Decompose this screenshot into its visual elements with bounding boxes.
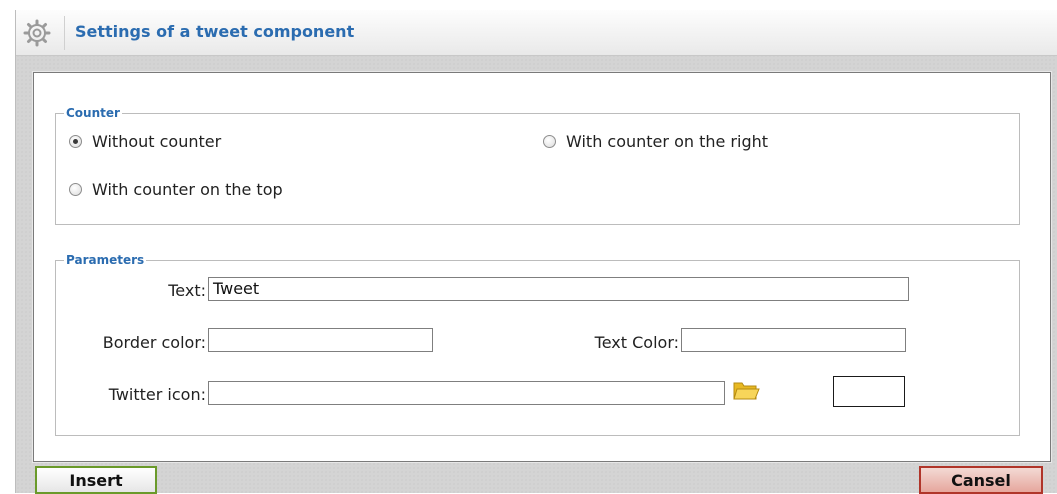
radio-counter-top[interactable]: With counter on the top bbox=[69, 180, 283, 199]
border-color-input[interactable] bbox=[208, 328, 433, 352]
counter-legend: Counter bbox=[66, 106, 120, 120]
icon-preview-box bbox=[833, 376, 905, 407]
text-color-label: Text Color: bbox=[594, 333, 679, 352]
dialog-titlebar: Settings of a tweet component bbox=[16, 10, 1057, 56]
text-input[interactable]: Tweet bbox=[208, 277, 909, 301]
twitter-icon-label: Twitter icon: bbox=[108, 385, 206, 404]
radio-button[interactable] bbox=[543, 135, 556, 148]
radio-label: With counter on the right bbox=[566, 132, 769, 151]
text-color-input[interactable] bbox=[681, 328, 906, 352]
counter-group: Counter bbox=[55, 106, 1020, 225]
radio-button[interactable] bbox=[69, 183, 82, 196]
insert-button[interactable]: Insert bbox=[35, 466, 157, 494]
radio-without-counter[interactable]: Without counter bbox=[69, 132, 221, 151]
dialog-title: Settings of a tweet component bbox=[75, 22, 355, 41]
radio-counter-right[interactable]: With counter on the right bbox=[543, 132, 768, 151]
gear-icon bbox=[23, 19, 51, 47]
radio-button-checked[interactable] bbox=[69, 135, 82, 148]
radio-label: Without counter bbox=[92, 132, 222, 151]
folder-icon[interactable] bbox=[732, 378, 760, 402]
cancel-button[interactable]: Cansel bbox=[919, 466, 1043, 494]
dialog-window: Settings of a tweet component Counter Pa… bbox=[15, 10, 1057, 494]
radio-label: With counter on the top bbox=[92, 180, 283, 199]
border-color-label: Border color: bbox=[102, 333, 206, 352]
title-separator bbox=[64, 16, 65, 50]
twitter-icon-input[interactable] bbox=[208, 381, 725, 405]
parameters-legend: Parameters bbox=[66, 253, 145, 267]
text-label: Text: bbox=[168, 281, 206, 300]
